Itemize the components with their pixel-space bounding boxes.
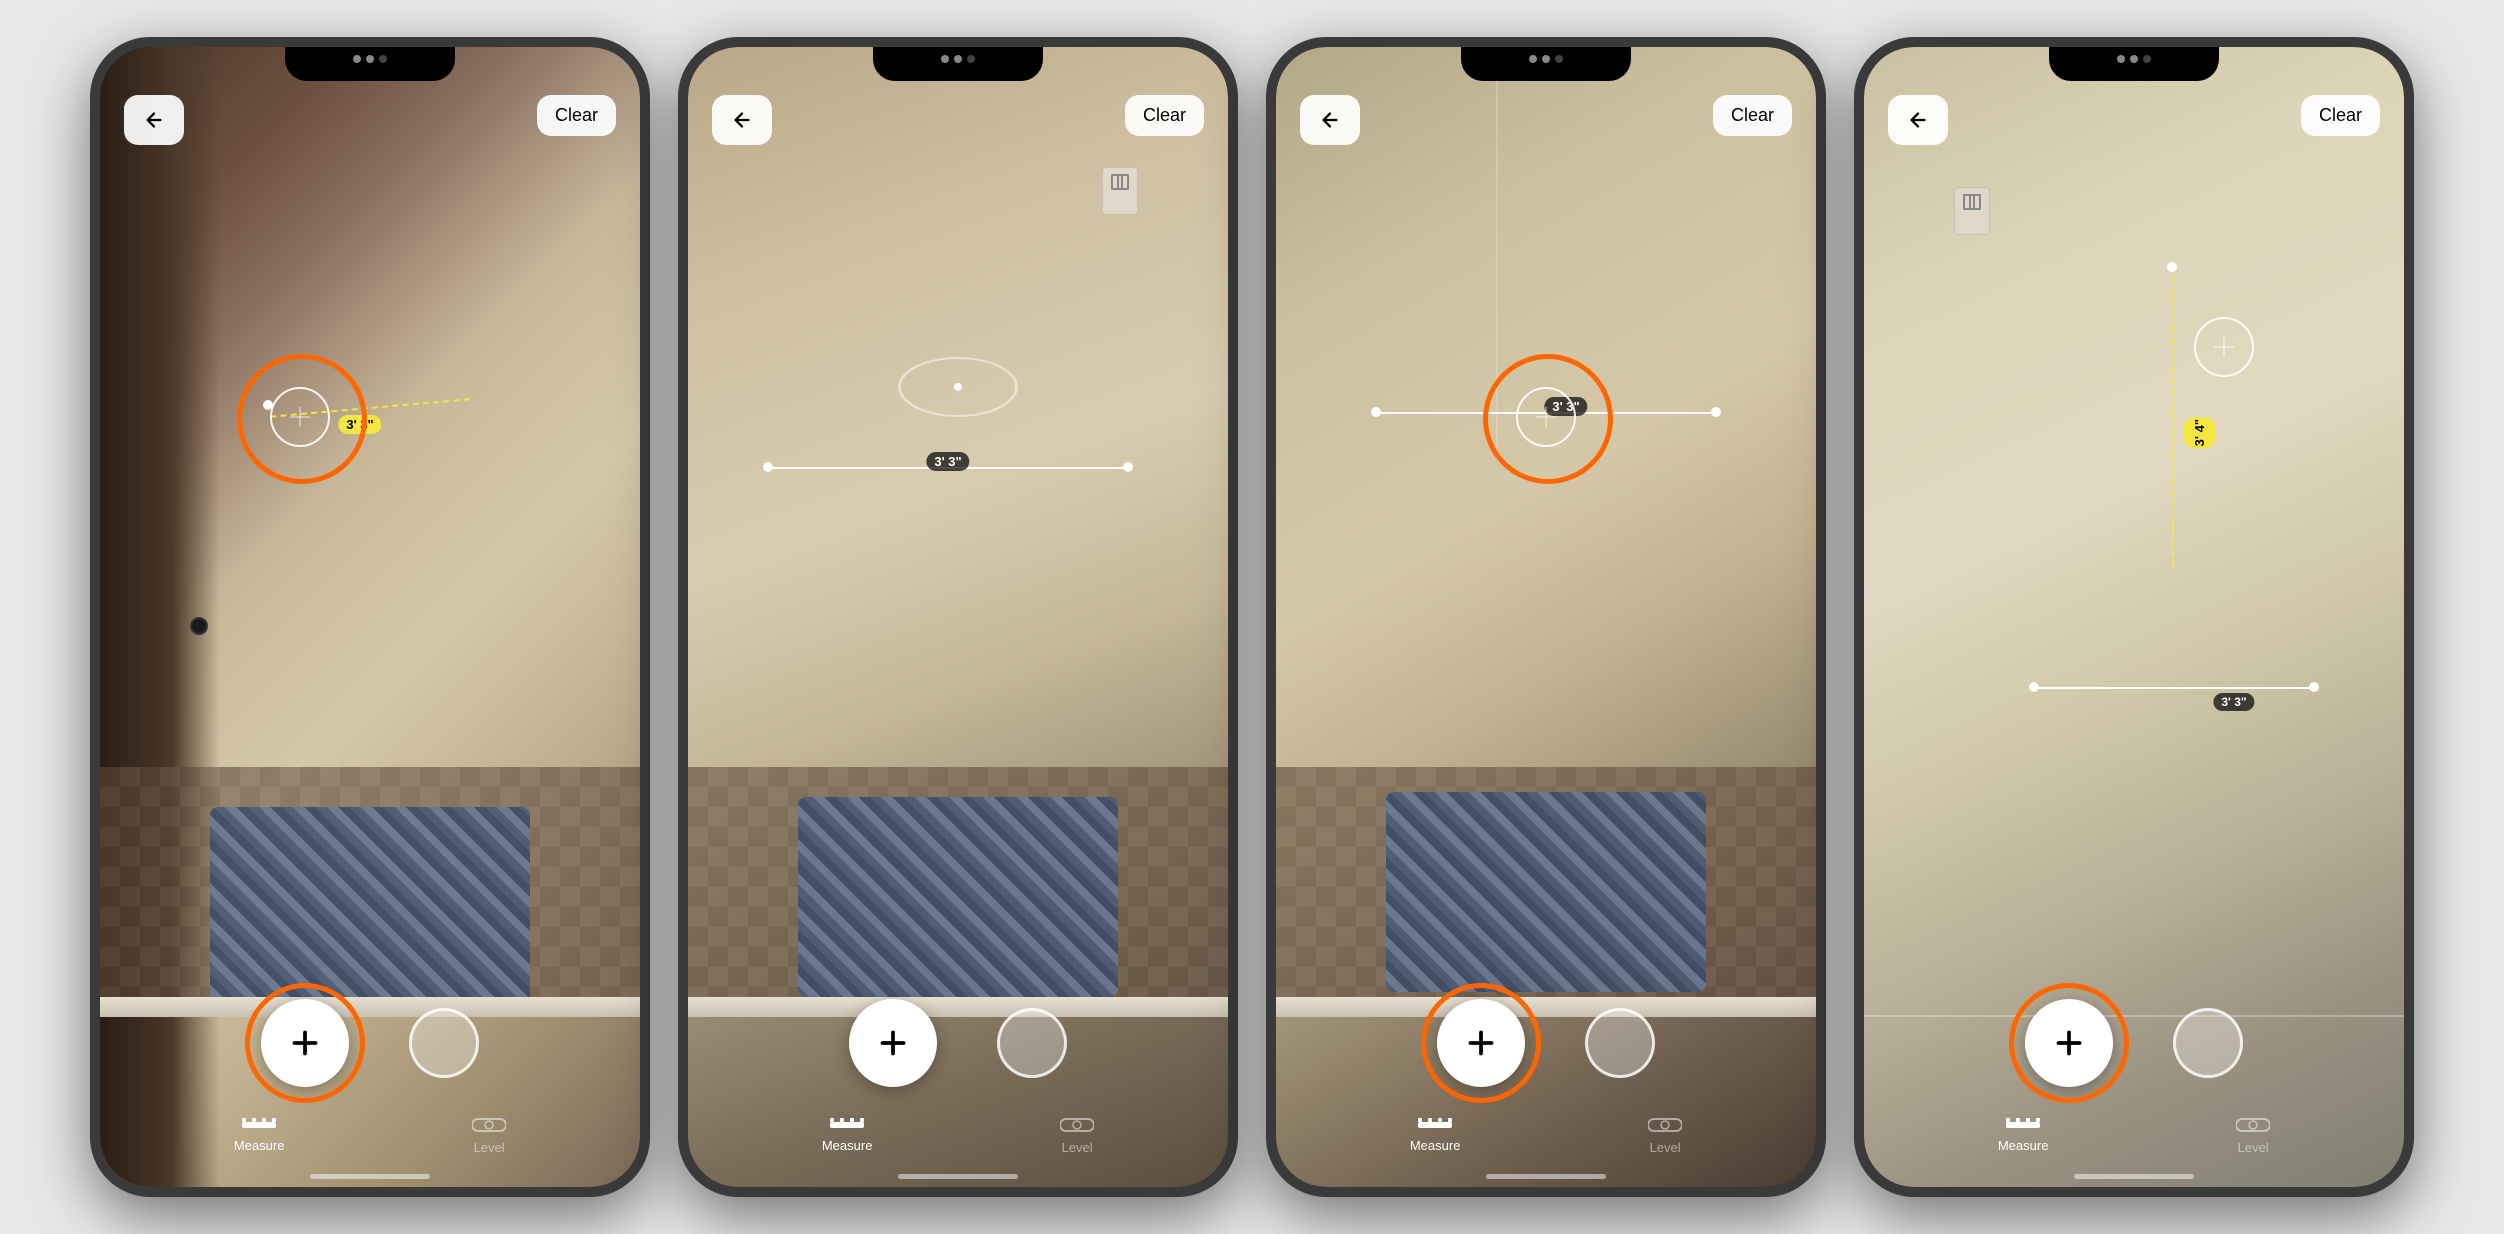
camera-view: 3' 3" bbox=[100, 47, 640, 1187]
phone-3-body: 3' 3" Clear bbox=[1266, 37, 1826, 1197]
phone-1-body: 3' 3" Clear bbox=[90, 37, 650, 1197]
rug-2 bbox=[798, 797, 1118, 997]
phone-1-screen: 3' 3" Clear bbox=[100, 47, 640, 1187]
measure-line-h4 bbox=[2034, 687, 2314, 689]
camera-view-4: 3' 4" 3' 3" bbox=[1864, 47, 2404, 1187]
measure-dot-top-4 bbox=[2167, 262, 2177, 272]
rug-3 bbox=[1386, 792, 1706, 992]
measure-dot-start-2 bbox=[763, 462, 773, 472]
outlet-4 bbox=[1954, 187, 1990, 235]
measure-line-v4 bbox=[2172, 267, 2174, 567]
notch-4 bbox=[2049, 47, 2219, 81]
camera-view-3: 3' 3" bbox=[1276, 47, 1816, 1187]
wall-corner-3 bbox=[1496, 47, 1498, 447]
phone-3-screen: 3' 3" Clear bbox=[1276, 47, 1816, 1187]
phone-4-body: 3' 4" 3' 3" Clear bbox=[1854, 37, 2414, 1197]
ar-crosshair-4 bbox=[2194, 317, 2254, 377]
measure-dot-h-start-4 bbox=[2029, 682, 2039, 692]
ar-crosshair-3 bbox=[1516, 387, 1576, 447]
phone-4: 3' 4" 3' 3" Clear bbox=[1854, 37, 2414, 1197]
phone-3: 3' 3" Clear bbox=[1266, 37, 1826, 1197]
measurement-label-1: 3' 3" bbox=[338, 415, 381, 434]
camera-view-2: 3' 3" bbox=[688, 47, 1228, 1187]
phone-1: 3' 3" Clear bbox=[90, 37, 650, 1197]
baseboard bbox=[100, 997, 640, 1017]
baseboard-2 bbox=[688, 997, 1228, 1017]
floor-line-4 bbox=[1864, 1015, 2404, 1017]
measurement-label-h4: 3' 3" bbox=[2213, 693, 2254, 711]
measure-dot-end-2 bbox=[1123, 462, 1133, 472]
measure-dot-start-3 bbox=[1371, 407, 1381, 417]
rug bbox=[210, 807, 530, 1007]
ar-crosshair bbox=[270, 387, 330, 447]
door-knob bbox=[190, 617, 208, 635]
measure-dot-h-end-4 bbox=[2309, 682, 2319, 692]
phone-2-screen: 3' 3" Clear bbox=[688, 47, 1228, 1187]
baseboard-3 bbox=[1276, 997, 1816, 1017]
phone-2: 3' 3" Clear bbox=[678, 37, 1238, 1197]
outlet-2 bbox=[1102, 167, 1138, 215]
notch-2 bbox=[873, 47, 1043, 81]
notch-3 bbox=[1461, 47, 1631, 81]
phone-4-screen: 3' 4" 3' 3" Clear bbox=[1864, 47, 2404, 1187]
measurement-label-v4: 3' 4" bbox=[2184, 417, 2215, 448]
ar-ellipse-2 bbox=[898, 357, 1018, 417]
measure-dot-end-3 bbox=[1711, 407, 1721, 417]
notch bbox=[285, 47, 455, 81]
phone-2-body: 3' 3" Clear bbox=[678, 37, 1238, 1197]
measurement-label-2: 3' 3" bbox=[926, 452, 969, 471]
